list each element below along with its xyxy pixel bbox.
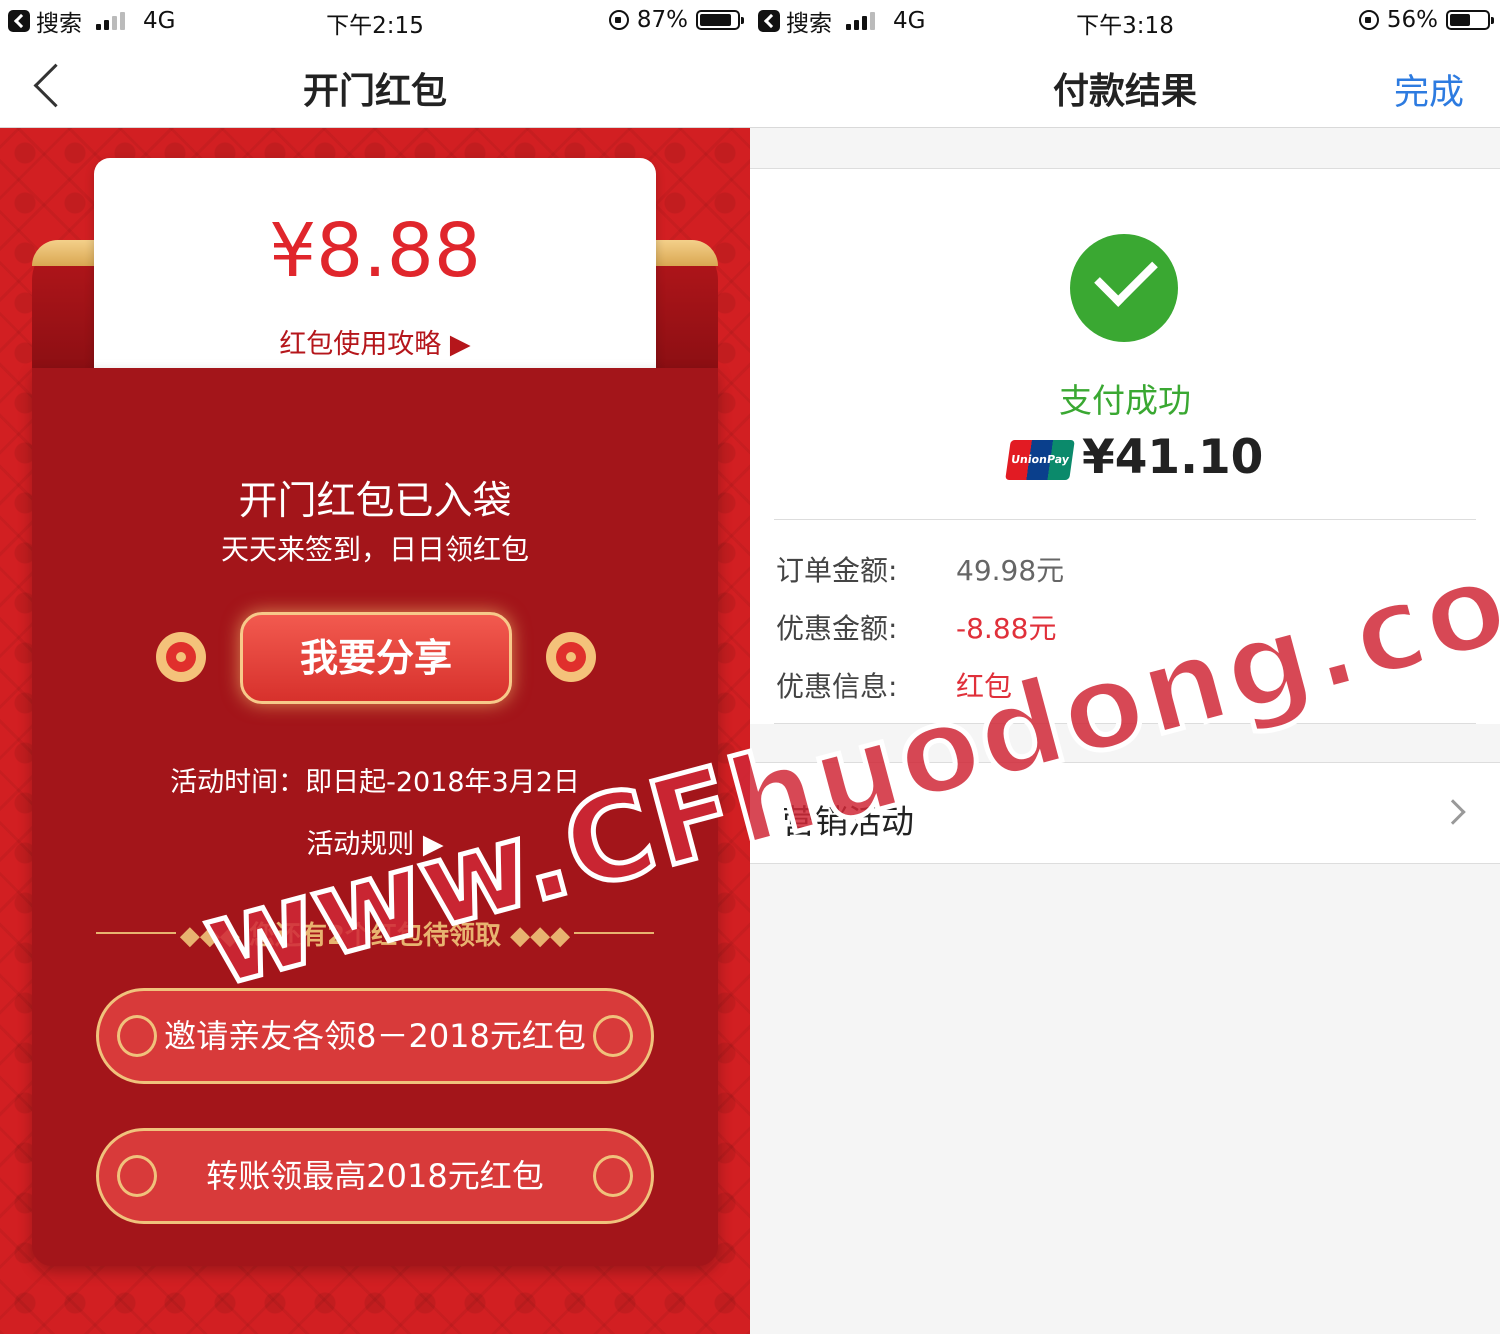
marketing-activity-row[interactable]: 营销活动	[750, 762, 1500, 864]
transfer-offer-label: 转账领最高2018元红包	[206, 1157, 544, 1195]
rotation-lock-icon	[1358, 10, 1379, 30]
battery-percent: 87%	[636, 7, 688, 33]
chevron-right-icon	[1440, 799, 1466, 825]
envelope-title: 开门红包已入袋	[238, 479, 512, 524]
plum-flower-icon	[546, 632, 596, 682]
activity-rules-link[interactable]: 活动规则 ▶	[0, 822, 750, 861]
nav-bar: 付款结果 完成	[750, 42, 1500, 128]
discount-info-label: 优惠信息:	[776, 670, 898, 703]
done-button[interactable]: 完成	[1394, 64, 1464, 115]
plum-flower-icon	[156, 632, 206, 682]
ornament-icon	[593, 1015, 633, 1057]
envelope-subtitle: 天天来签到，日日领红包	[220, 533, 529, 566]
nav-bar: 开门红包	[0, 42, 750, 128]
share-button[interactable]: 我要分享	[240, 612, 512, 704]
discount-amount-value: -8.88元	[956, 612, 1057, 645]
page-title: 付款结果	[1052, 71, 1197, 112]
order-amount-value: 49.98元	[956, 554, 1065, 587]
payment-result-screen: 搜索 4G 下午3:18 56% 付款结果 完成 订单金额: 49.98元 优惠…	[750, 0, 1500, 1334]
divider	[774, 723, 1476, 724]
activity-time: 活动时间：即日起-2018年3月2日	[170, 767, 580, 798]
divider-right	[574, 932, 654, 934]
invite-friends-button[interactable]: 邀请亲友各领8－2018元红包	[96, 988, 654, 1084]
battery-icon	[1446, 10, 1494, 30]
order-amount-label: 订单金额:	[776, 554, 898, 587]
ornament-icon	[593, 1155, 633, 1197]
rotation-lock-icon	[608, 10, 629, 30]
status-bar: 搜索 4G 下午2:15 87%	[0, 0, 750, 42]
marketing-activity-label: 营销活动	[782, 802, 914, 841]
discount-amount-label: 优惠金额:	[776, 612, 898, 645]
ornament-icon	[117, 1015, 157, 1057]
discount-info-value: 红包	[956, 670, 1013, 703]
battery-percent: 56%	[1386, 7, 1438, 33]
invite-friends-label: 邀请亲友各领8－2018元红包	[164, 1017, 586, 1055]
usage-guide-link[interactable]: 红包使用攻略 ▶	[94, 322, 656, 361]
success-check-icon	[1070, 234, 1178, 342]
amount-card: ¥8.88 红包使用攻略 ▶	[94, 158, 656, 378]
envelope-amount: ¥8.88	[269, 208, 481, 294]
paid-amount: ¥41.10	[1082, 430, 1264, 485]
page-title: 开门红包	[302, 71, 447, 112]
unionpay-logo-icon: UnionPay	[1005, 440, 1075, 480]
divider	[774, 519, 1476, 520]
payment-status: 支付成功	[1059, 381, 1191, 420]
battery-icon	[696, 10, 744, 30]
red-envelope-screen: 搜索 4G 下午2:15 87% 开门红包 ¥8.88 红包使用攻略 ▶ 开门红…	[0, 0, 750, 1334]
transfer-offer-button[interactable]: 转账领最高2018元红包	[96, 1128, 654, 1224]
status-bar: 搜索 4G 下午3:18 56%	[750, 0, 1500, 42]
ornament-icon	[117, 1155, 157, 1197]
